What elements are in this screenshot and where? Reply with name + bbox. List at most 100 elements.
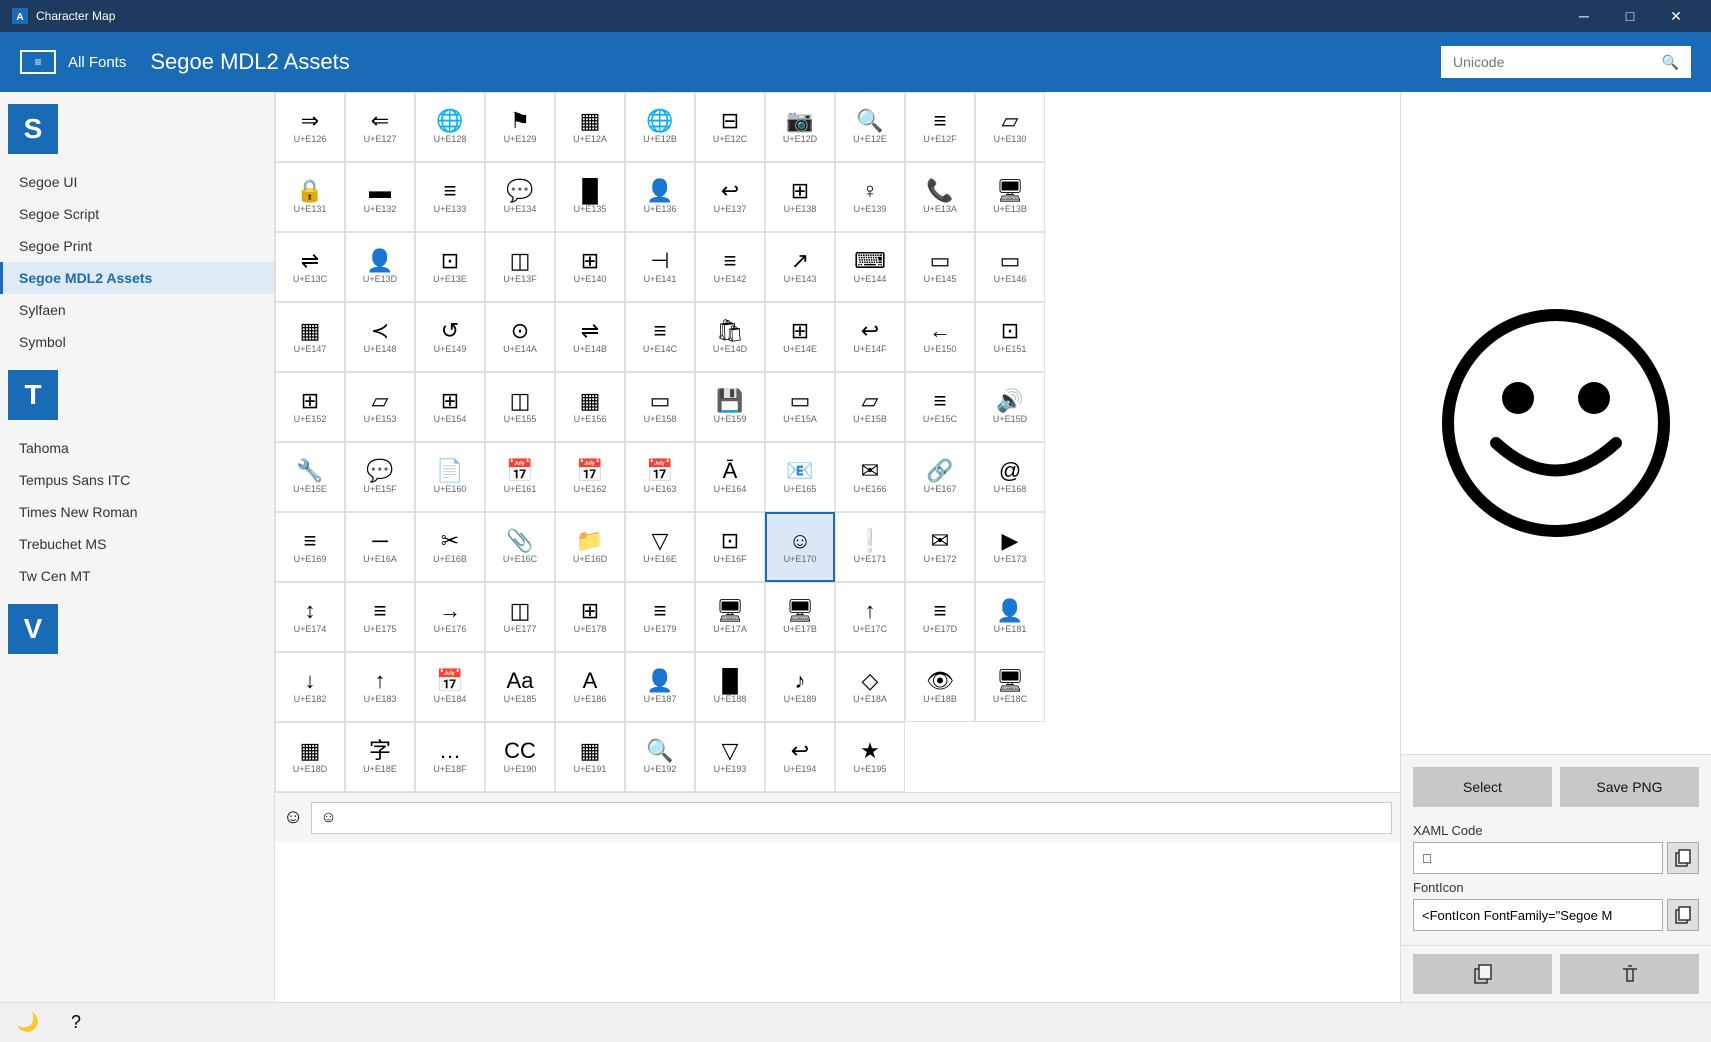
fonticon-input[interactable]	[1413, 899, 1663, 931]
char-cell-UE192[interactable]: 🔍U+E192	[625, 722, 695, 792]
char-cell-UE193[interactable]: ▽U+E193	[695, 722, 765, 792]
char-cell-UE13D[interactable]: 👤U+E13D	[345, 232, 415, 302]
search-input[interactable]	[1453, 54, 1654, 70]
char-cell-UE136[interactable]: 👤U+E136	[625, 162, 695, 232]
char-cell-UE130[interactable]: ▱U+E130	[975, 92, 1045, 162]
char-cell-UE140[interactable]: ⊞U+E140	[555, 232, 625, 302]
sidebar-item-segoe-script[interactable]: Segoe Script	[0, 198, 274, 230]
char-cell-UE18F[interactable]: …U+E18F	[415, 722, 485, 792]
char-cell-UE13A[interactable]: 📞U+E13A	[905, 162, 975, 232]
all-fonts-label[interactable]: All Fonts	[68, 54, 126, 71]
char-cell-UE172[interactable]: ✉U+E172	[905, 512, 975, 582]
char-cell-UE18E[interactable]: 字U+E18E	[345, 722, 415, 792]
sidebar-item-segoe-ui[interactable]: Segoe UI	[0, 166, 274, 198]
char-cell-UE154[interactable]: ⊞U+E154	[415, 372, 485, 442]
char-cell-UE15E[interactable]: 🔧U+E15E	[275, 442, 345, 512]
char-cell-UE151[interactable]: ⊡U+E151	[975, 302, 1045, 372]
char-cell-UE163[interactable]: 📅U+E163	[625, 442, 695, 512]
fonticon-copy-button[interactable]	[1667, 899, 1699, 931]
char-cell-UE14E[interactable]: ⊞U+E14E	[765, 302, 835, 372]
char-cell-UE15F[interactable]: 💬U+E15F	[345, 442, 415, 512]
char-cell-UE146[interactable]: ▭U+E146	[975, 232, 1045, 302]
char-cell-UE129[interactable]: ⚑U+E129	[485, 92, 555, 162]
char-cell-UE162[interactable]: 📅U+E162	[555, 442, 625, 512]
char-cell-UE175[interactable]: ≡U+E175	[345, 582, 415, 652]
char-cell-UE138[interactable]: ⊞U+E138	[765, 162, 835, 232]
char-input-field[interactable]	[311, 802, 1392, 834]
char-cell-UE139[interactable]: ♀U+E139	[835, 162, 905, 232]
char-cell-UE12E[interactable]: 🔍U+E12E	[835, 92, 905, 162]
char-cell-UE156[interactable]: ▦U+E156	[555, 372, 625, 442]
char-cell-UE187[interactable]: 👤U+E187	[625, 652, 695, 722]
char-cell-UE164[interactable]: ĀU+E164	[695, 442, 765, 512]
char-cell-UE142[interactable]: ≡U+E142	[695, 232, 765, 302]
char-cell-UE15D[interactable]: 🔊U+E15D	[975, 372, 1045, 442]
char-cell-UE15B[interactable]: ▱U+E15B	[835, 372, 905, 442]
close-button[interactable]: ✕	[1653, 0, 1699, 32]
char-cell-UE14F[interactable]: ↩U+E14F	[835, 302, 905, 372]
char-cell-UE188[interactable]: █U+E188	[695, 652, 765, 722]
char-cell-UE186[interactable]: AU+E186	[555, 652, 625, 722]
char-cell-UE16F[interactable]: ⊡U+E16F	[695, 512, 765, 582]
save-png-button[interactable]: Save PNG	[1560, 767, 1699, 807]
char-cell-UE143[interactable]: ↗U+E143	[765, 232, 835, 302]
sidebar-item-times[interactable]: Times New Roman	[0, 496, 274, 528]
char-cell-UE128[interactable]: 🌐U+E128	[415, 92, 485, 162]
help-button[interactable]: ?	[60, 1007, 92, 1039]
char-cell-UE170[interactable]: ☺U+E170	[765, 512, 835, 582]
char-cell-UE174[interactable]: ↕U+E174	[275, 582, 345, 652]
char-cell-UE17A[interactable]: 🖥U+E17A	[695, 582, 765, 652]
char-cell-UE165[interactable]: 📧U+E165	[765, 442, 835, 512]
char-cell-UE14A[interactable]: ⊙U+E14A	[485, 302, 555, 372]
char-cell-UE13B[interactable]: 🖥U+E13B	[975, 162, 1045, 232]
char-cell-UE127[interactable]: ⇐U+E127	[345, 92, 415, 162]
char-cell-UE137[interactable]: ↩U+E137	[695, 162, 765, 232]
char-cell-UE145[interactable]: ▭U+E145	[905, 232, 975, 302]
char-cell-UE179[interactable]: ≡U+E179	[625, 582, 695, 652]
char-cell-UE18B[interactable]: 👁U+E18B	[905, 652, 975, 722]
char-cell-UE152[interactable]: ⊞U+E152	[275, 372, 345, 442]
char-cell-UE190[interactable]: CCU+E190	[485, 722, 555, 792]
night-mode-button[interactable]: 🌙	[12, 1007, 44, 1039]
char-cell-UE16C[interactable]: 📎U+E16C	[485, 512, 555, 582]
char-cell-UE184[interactable]: 📅U+E184	[415, 652, 485, 722]
char-cell-UE18C[interactable]: 🖥U+E18C	[975, 652, 1045, 722]
char-cell-UE166[interactable]: ✉U+E166	[835, 442, 905, 512]
char-cell-UE17B[interactable]: 🖥U+E17B	[765, 582, 835, 652]
copy-chars-button[interactable]	[1413, 954, 1552, 994]
char-cell-UE149[interactable]: ↺U+E149	[415, 302, 485, 372]
char-cell-UE16B[interactable]: ✂U+E16B	[415, 512, 485, 582]
char-cell-UE141[interactable]: ⊣U+E141	[625, 232, 695, 302]
char-cell-UE178[interactable]: ⊞U+E178	[555, 582, 625, 652]
char-cell-UE12A[interactable]: ▦U+E12A	[555, 92, 625, 162]
char-cell-UE195[interactable]: ★U+E195	[835, 722, 905, 792]
char-cell-UE144[interactable]: ⌨U+E144	[835, 232, 905, 302]
char-cell-UE15A[interactable]: ▭U+E15A	[765, 372, 835, 442]
char-cell-UE168[interactable]: @U+E168	[975, 442, 1045, 512]
select-button[interactable]: Select	[1413, 767, 1552, 807]
char-cell-UE167[interactable]: 🔗U+E167	[905, 442, 975, 512]
char-cell-UE155[interactable]: ◫U+E155	[485, 372, 555, 442]
char-cell-UE18A[interactable]: ◇U+E18A	[835, 652, 905, 722]
char-cell-UE161[interactable]: 📅U+E161	[485, 442, 555, 512]
char-cell-UE169[interactable]: ≡U+E169	[275, 512, 345, 582]
char-cell-UE183[interactable]: ↑U+E183	[345, 652, 415, 722]
char-cell-UE176[interactable]: →U+E176	[415, 582, 485, 652]
sidebar-item-segoe-print[interactable]: Segoe Print	[0, 230, 274, 262]
char-cell-UE126[interactable]: ⇒U+E126	[275, 92, 345, 162]
char-cell-UE12B[interactable]: 🌐U+E12B	[625, 92, 695, 162]
sidebar-item-symbol[interactable]: Symbol	[0, 326, 274, 358]
char-cell-UE191[interactable]: ▦U+E191	[555, 722, 625, 792]
char-cell-UE147[interactable]: ▦U+E147	[275, 302, 345, 372]
char-cell-UE13F[interactable]: ◫U+E13F	[485, 232, 555, 302]
char-cell-UE12D[interactable]: 📷U+E12D	[765, 92, 835, 162]
char-cell-UE14D[interactable]: 🛍U+E14D	[695, 302, 765, 372]
char-cell-UE194[interactable]: ↩U+E194	[765, 722, 835, 792]
char-cell-UE177[interactable]: ◫U+E177	[485, 582, 555, 652]
char-cell-UE12C[interactable]: ⊟U+E12C	[695, 92, 765, 162]
char-cell-UE13C[interactable]: ⇌U+E13C	[275, 232, 345, 302]
char-cell-UE135[interactable]: █U+E135	[555, 162, 625, 232]
char-cell-UE13E[interactable]: ⊡U+E13E	[415, 232, 485, 302]
delete-button[interactable]	[1560, 954, 1699, 994]
char-cell-UE185[interactable]: AaU+E185	[485, 652, 555, 722]
